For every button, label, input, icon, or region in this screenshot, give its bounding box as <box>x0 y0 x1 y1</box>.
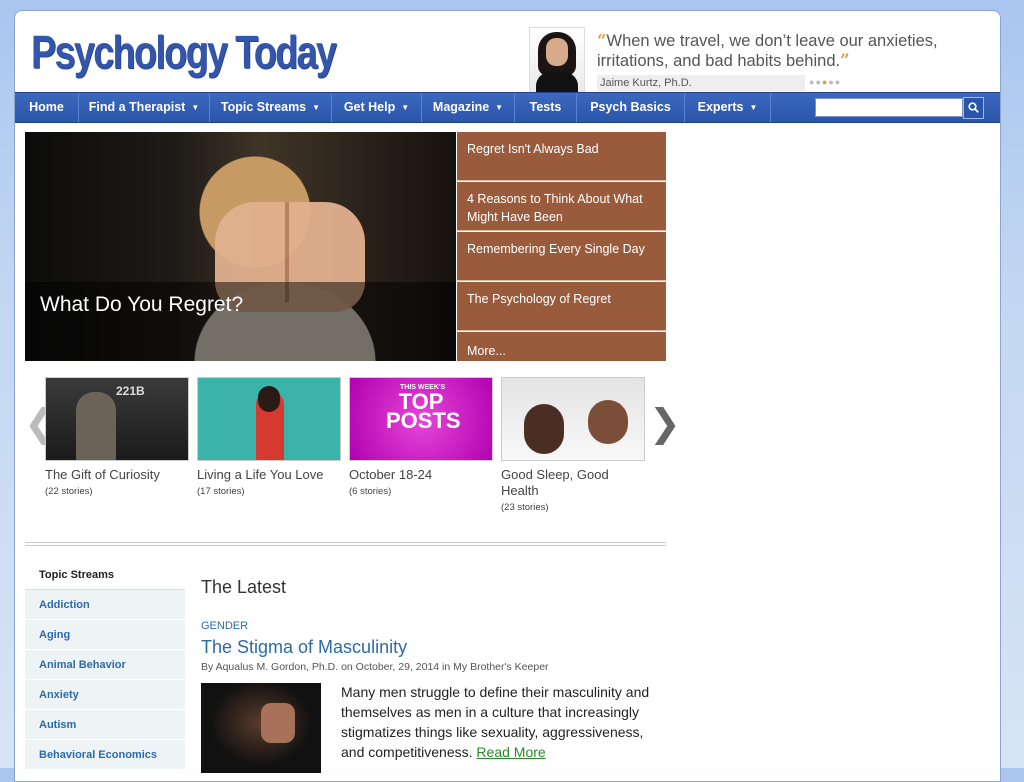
quote-author[interactable]: Jaime Kurtz, Ph.D. <box>597 75 805 91</box>
sidebar-item-anxiety[interactable]: Anxiety <box>25 680 185 710</box>
section-divider <box>25 542 666 546</box>
thumbnail-sign-text: 221B <box>116 384 145 398</box>
thumbnail-big-text: TOP POSTS <box>386 389 461 433</box>
card-title[interactable]: Good Sleep, Good Health <box>501 467 645 499</box>
nav-get-help[interactable]: Get Help ▼ <box>332 93 422 122</box>
search-button[interactable] <box>963 97 984 119</box>
sidebar-item-animal-behavior[interactable]: Animal Behavior <box>25 650 185 680</box>
nav-home[interactable]: Home <box>15 93 79 122</box>
carousel-card[interactable]: Living a Life You Love (17 stories) <box>197 377 341 497</box>
hero-title[interactable]: What Do You Regret? <box>40 293 243 317</box>
card-title[interactable]: The Gift of Curiosity <box>45 467 189 483</box>
chevron-down-icon: ▼ <box>401 103 410 112</box>
card-story-count: (17 stories) <box>197 486 245 497</box>
chevron-down-icon: ▼ <box>749 103 758 112</box>
nav-topic-streams[interactable]: Topic Streams ▼ <box>210 93 332 122</box>
read-more-link[interactable]: Read More <box>476 744 545 760</box>
card-thumbnail[interactable]: THIS WEEK'S TOP POSTS <box>349 377 493 461</box>
hero-link-2[interactable]: 4 Reasons to Think About What Might Have… <box>457 182 666 231</box>
author-photo[interactable] <box>529 27 585 93</box>
card-thumbnail[interactable] <box>501 377 645 461</box>
sidebar-item-behavioral-economics[interactable]: Behavioral Economics <box>25 740 185 770</box>
card-story-count: (23 stories) <box>501 502 549 513</box>
hero-links-panel: Regret Isn't Always Bad 4 Reasons to Thi… <box>457 132 666 361</box>
article-title[interactable]: The Stigma of Masculinity <box>201 637 407 658</box>
sidebar-item-aging[interactable]: Aging <box>25 620 185 650</box>
nav-find-a-therapist[interactable]: Find a Therapist ▼ <box>79 93 210 122</box>
chevron-down-icon: ▼ <box>312 103 321 112</box>
carousel-card[interactable]: Good Sleep, Good Health (23 stories) <box>501 377 645 513</box>
card-title[interactable]: Living a Life You Love <box>197 467 341 483</box>
article-excerpt: Many men struggle to define their mascul… <box>341 682 667 762</box>
chevron-down-icon: ▼ <box>191 103 200 112</box>
hero-image[interactable]: What Do You Regret? <box>25 132 456 361</box>
sidebar-heading: Topic Streams <box>25 560 185 590</box>
page-container: Psychology Today “When we travel, we don… <box>14 10 1001 782</box>
hero-link-4[interactable]: The Psychology of Regret <box>457 282 666 331</box>
latest-heading: The Latest <box>201 577 287 597</box>
hero-link-3[interactable]: Remembering Every Single Day <box>457 232 666 281</box>
featured-quote[interactable]: “When we travel, we don’t leave our anxi… <box>597 31 977 71</box>
close-quote-icon: ” <box>840 51 850 70</box>
nav-psych-basics[interactable]: Psych Basics <box>577 93 685 122</box>
nav-tests[interactable]: Tests <box>515 93 577 122</box>
site-logo[interactable]: Psychology Today <box>31 25 337 85</box>
card-thumbnail[interactable] <box>197 377 341 461</box>
chevron-down-icon: ▼ <box>495 103 504 112</box>
quote-text: When we travel, we don’t leave our anxie… <box>597 32 938 70</box>
carousel-card[interactable]: THIS WEEK'S TOP POSTS October 18-24 (6 s… <box>349 377 493 497</box>
article-category[interactable]: GENDER <box>201 620 248 632</box>
carousel-card[interactable]: 221B The Gift of Curiosity (22 stories) <box>45 377 189 497</box>
quote-pager-dots[interactable]: ●●●●● <box>809 77 841 87</box>
sidebar-item-autism[interactable]: Autism <box>25 710 185 740</box>
search-input[interactable] <box>815 98 963 117</box>
hero-link-1[interactable]: Regret Isn't Always Bad <box>457 132 666 181</box>
hero-link-more[interactable]: More... <box>457 332 666 361</box>
nav-magazine[interactable]: Magazine ▼ <box>422 93 515 122</box>
open-quote-icon: “ <box>597 31 607 50</box>
search-icon <box>968 102 979 113</box>
article-thumbnail[interactable] <box>201 683 321 773</box>
card-story-count: (6 stories) <box>349 486 392 497</box>
card-title[interactable]: October 18-24 <box>349 467 493 483</box>
nav-experts[interactable]: Experts ▼ <box>685 93 771 122</box>
carousel-next-icon[interactable]: ❯ <box>649 401 681 445</box>
card-thumbnail[interactable]: 221B <box>45 377 189 461</box>
article-byline: By Aqualus M. Gordon, Ph.D. on October, … <box>201 661 549 673</box>
topic-streams-sidebar: Topic Streams Addiction Aging Animal Beh… <box>25 560 185 770</box>
card-story-count: (22 stories) <box>45 486 93 497</box>
sidebar-item-addiction[interactable]: Addiction <box>25 590 185 620</box>
main-nav: Home Find a Therapist ▼ Topic Streams ▼ Ge… <box>15 92 1000 123</box>
